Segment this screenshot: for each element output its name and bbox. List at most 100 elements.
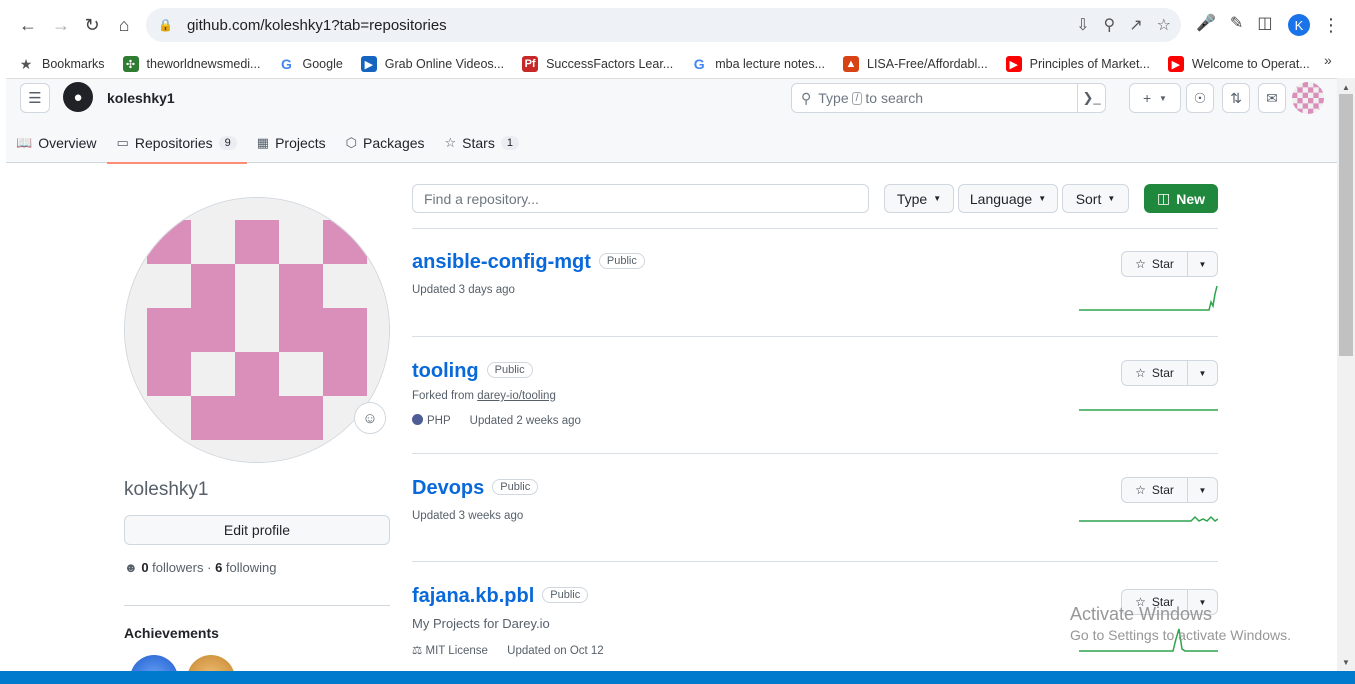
browser-toolbar: ← → ↻ ⌂ 🔒 github.com/koleshky1?tab=repos…	[0, 0, 1355, 50]
sort-button[interactable]: Sort ▼	[1062, 184, 1129, 213]
star-button[interactable]: ☆ Star	[1122, 252, 1188, 276]
star-button[interactable]: ☆ Star	[1122, 361, 1188, 385]
home-icon[interactable]: ⌂	[111, 12, 137, 38]
activity-sparkline	[1079, 409, 1218, 411]
lock-icon: 🔒	[158, 18, 173, 32]
forked-source-link[interactable]: darey-io/tooling	[477, 390, 556, 402]
bookmark-label: Grab Online Videos...	[384, 57, 505, 71]
new-repository-button[interactable]: ◫ New	[1144, 184, 1218, 213]
bookmark-star-icon[interactable]: ☆	[1157, 15, 1171, 35]
search-prefix: Type	[818, 90, 849, 106]
bookmark-item[interactable]: Pf SuccessFactors Lear...	[522, 56, 673, 72]
bookmark-item[interactable]: G Google	[278, 56, 343, 72]
chevron-down-icon: ▼	[1159, 93, 1167, 103]
reload-icon[interactable]: ↻	[79, 12, 105, 38]
bookmark-label: LISA-Free/Affordabl...	[867, 57, 988, 71]
bookmarks-overflow-icon[interactable]: »	[1324, 52, 1332, 68]
star-list-dropdown-icon[interactable]: ▼	[1188, 361, 1217, 385]
github-header: ☰ ● koleshky1 ⚲ Type / to search ❯_ + ▼ …	[6, 79, 1337, 164]
chevron-down-icon: ▼	[1038, 194, 1047, 203]
tab-stars[interactable]: ☆ Stars 1	[435, 123, 529, 163]
scrollbar-thumb[interactable]	[1339, 94, 1353, 356]
global-search-input[interactable]: ⚲ Type / to search ❯_	[791, 83, 1106, 113]
hamburger-menu-icon[interactable]: ☰	[20, 83, 50, 113]
repo-name-link[interactable]: Devops	[412, 477, 484, 499]
tab-label: Projects	[275, 135, 326, 151]
activity-sparkline	[1079, 515, 1218, 522]
visibility-badge: Public	[542, 587, 589, 603]
menu-kebab-icon[interactable]: ⋮	[1318, 12, 1344, 38]
separator: ·	[207, 560, 212, 575]
star-icon: ★	[19, 55, 33, 72]
bookmark-item[interactable]: Gmba lecture notes...	[691, 56, 825, 72]
tab-packages[interactable]: ⬡ Packages	[336, 123, 435, 163]
tab-label: Overview	[38, 135, 97, 151]
divider	[412, 336, 1218, 337]
side-panel-icon[interactable]: ◫	[1257, 13, 1272, 33]
set-status-emoji-icon[interactable]: ☺	[354, 402, 386, 434]
bookmark-label: Principles of Market...	[1029, 57, 1150, 71]
star-icon: ☆	[1135, 366, 1146, 380]
following-link[interactable]: 6 following	[215, 560, 276, 575]
type-filter-button[interactable]: Type ▼	[884, 184, 954, 213]
bookmark-item[interactable]: ▶ Welcome to Operat...	[1167, 56, 1310, 72]
achievement-badge-icon[interactable]	[187, 655, 235, 671]
pull-requests-icon[interactable]: ⇅	[1222, 83, 1250, 113]
bookmark-item[interactable]: ▶ Grab Online Videos...	[360, 56, 505, 72]
followers-link[interactable]: 0 followers	[141, 560, 203, 575]
repo-name-link[interactable]: fajana.kb.pbl	[412, 585, 534, 607]
inbox-icon[interactable]: ✉	[1258, 83, 1286, 113]
repo-name-link[interactable]: ansible-config-mgt	[412, 251, 591, 273]
address-bar[interactable]: 🔒 github.com/koleshky1?tab=repositories …	[146, 8, 1181, 42]
page-viewport: ☰ ● koleshky1 ⚲ Type / to search ❯_ + ▼ …	[6, 78, 1337, 671]
profile-avatar[interactable]	[124, 197, 390, 463]
github-logo-icon[interactable]: ●	[63, 82, 93, 112]
forward-arrow-icon[interactable]: →	[48, 12, 74, 38]
tab-label: Packages	[363, 135, 425, 151]
scroll-up-icon[interactable]: ▲	[1337, 80, 1355, 94]
star-list-dropdown-icon[interactable]: ▼	[1188, 252, 1217, 276]
install-app-icon[interactable]: ⇩	[1076, 15, 1089, 35]
tab-projects[interactable]: ▦ Projects	[247, 123, 336, 163]
visibility-badge: Public	[598, 253, 645, 269]
scroll-down-icon[interactable]: ▼	[1337, 655, 1355, 669]
bookmark-label: mba lecture notes...	[715, 57, 825, 71]
back-arrow-icon[interactable]: ←	[15, 12, 41, 38]
edit-profile-button[interactable]: Edit profile	[124, 515, 390, 545]
user-avatar[interactable]	[1292, 82, 1324, 114]
pf-icon: Pf	[522, 56, 539, 72]
tab-overview[interactable]: 📖 Overview	[6, 123, 107, 163]
bookmark-label: Welcome to Operat...	[1191, 57, 1310, 71]
star-button[interactable]: ☆ Star	[1122, 478, 1188, 502]
share-icon[interactable]: ↗	[1129, 15, 1142, 35]
zoom-icon[interactable]: ⚲	[1104, 15, 1116, 35]
youtube-icon: ▶	[1167, 56, 1184, 72]
create-new-button[interactable]: + ▼	[1129, 83, 1181, 113]
extensions-icon[interactable]: ✎	[1230, 13, 1243, 33]
repo-item: Devops Public Updated 3 weeks ago ☆ Star ▼	[412, 477, 1218, 537]
bookmark-item[interactable]: ✣ theworldnewsmedi...	[122, 56, 260, 72]
language-filter-button[interactable]: Language ▼	[958, 184, 1058, 213]
issues-icon[interactable]: ☉	[1186, 83, 1214, 113]
find-repository-input[interactable]: Find a repository...	[412, 184, 869, 213]
bookmark-item[interactable]: ▶ Principles of Market...	[1005, 56, 1150, 72]
google-icon: G	[693, 56, 705, 72]
browser-profile-avatar[interactable]: K	[1288, 14, 1310, 36]
bookmarks-bar: ★ Bookmarks ✣ theworldnewsmedi... G Google ▶ Gr…	[0, 50, 1355, 78]
command-palette-icon[interactable]: ❯_	[1077, 84, 1105, 112]
law-icon: ⚖	[412, 645, 423, 657]
divider	[412, 561, 1218, 562]
repo-name-link[interactable]: tooling	[412, 360, 479, 382]
star-list-dropdown-icon[interactable]: ▼	[1188, 478, 1217, 502]
url-text[interactable]: github.com/koleshky1?tab=repositories	[187, 17, 447, 34]
achievement-badge-icon[interactable]	[130, 655, 178, 671]
table-icon: ▦	[256, 135, 270, 150]
tab-repositories[interactable]: ▭ Repositories 9	[106, 123, 248, 164]
header-username[interactable]: koleshky1	[107, 90, 175, 106]
visibility-badge: Public	[486, 362, 533, 378]
bookmark-item[interactable]: ▲ LISA-Free/Affordabl...	[843, 56, 988, 72]
repo-license[interactable]: MIT License	[426, 645, 488, 657]
tab-label: Stars	[462, 135, 495, 151]
bookmark-item[interactable]: ★ Bookmarks	[18, 56, 105, 72]
microphone-icon[interactable]: 🎤	[1196, 13, 1216, 33]
